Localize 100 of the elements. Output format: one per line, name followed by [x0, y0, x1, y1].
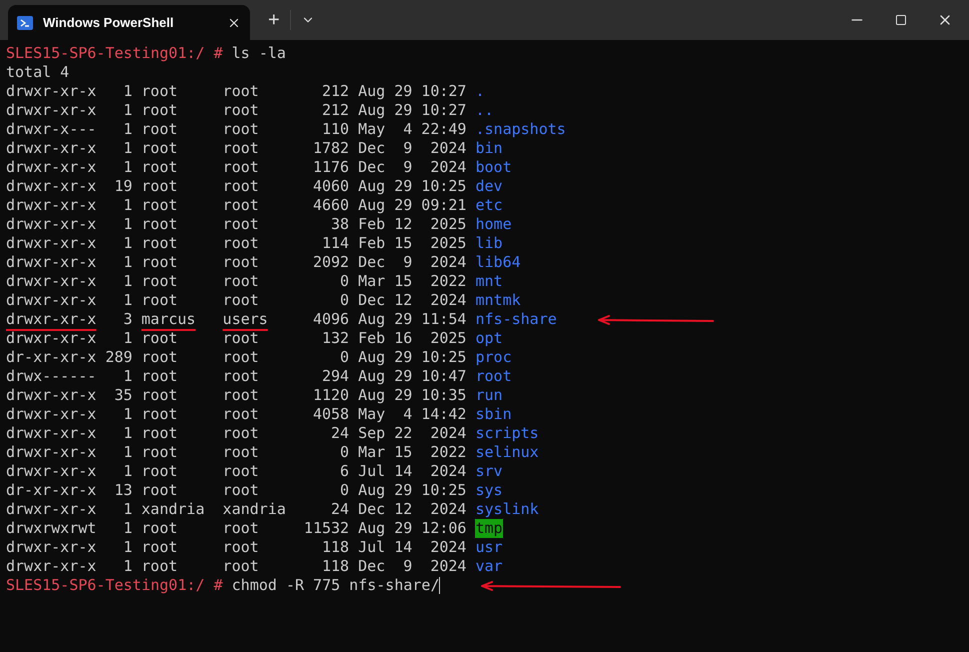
directory-name: proc: [475, 348, 512, 367]
date-text: Dec 12 2024: [358, 291, 466, 310]
size-text: 0: [339, 291, 350, 310]
size-text: 1782: [312, 139, 350, 158]
date-text: Aug 29 09:21: [358, 196, 466, 215]
date-text: Feb 12 2025: [358, 215, 466, 234]
size-text: 0: [339, 481, 350, 500]
group-text: root: [222, 348, 259, 367]
group-text: root: [222, 234, 259, 253]
permissions-text: drwxr-xr-x: [6, 158, 96, 177]
prompt-text: SLES15-SP6-Testing01:/ #: [6, 576, 223, 595]
command-text: chmod -R 775 nfs-share/: [232, 576, 440, 595]
tab-title: Windows PowerShell: [43, 14, 175, 32]
size-text: 2092: [312, 253, 350, 272]
group-text: root: [222, 139, 259, 158]
owner-text: root: [141, 101, 178, 120]
permissions-text: drwxr-xr-x: [6, 82, 96, 101]
group-text: root: [222, 158, 259, 177]
link-count: 1: [122, 82, 132, 101]
directory-name: lib: [475, 234, 503, 253]
date-text: Dec 9 2024: [358, 139, 466, 158]
directory-name: .: [475, 82, 485, 101]
owner-text: root: [141, 291, 178, 310]
link-count: 1: [122, 196, 132, 215]
link-count: 1: [122, 538, 132, 557]
date-text: Aug 29 10:25: [358, 348, 466, 367]
arrow-icon: [480, 580, 622, 590]
terminal-tab[interactable]: Windows PowerShell: [8, 5, 250, 40]
link-count: 1: [122, 329, 132, 348]
date-text: May 4 22:49: [358, 120, 466, 139]
group-text: root: [222, 367, 259, 386]
link-count: 1: [122, 424, 132, 443]
size-text: 294: [320, 367, 350, 386]
permissions-text: drwxr-xr-x: [6, 101, 96, 120]
size-text: 4660: [312, 196, 350, 215]
date-text: Dec 9 2024: [358, 557, 466, 576]
directory-name: lib64: [475, 253, 521, 272]
group-text: users: [222, 310, 268, 329]
link-count: 3: [122, 310, 132, 329]
link-count: 1: [122, 158, 132, 177]
directory-name: .snapshots: [475, 120, 566, 139]
group-text: root: [222, 253, 259, 272]
group-text: xandria: [222, 500, 286, 519]
group-text: root: [222, 462, 259, 481]
date-text: Feb 16 2025: [358, 329, 466, 348]
date-text: Dec 9 2024: [358, 158, 466, 177]
date-text: Aug 29 12:06: [358, 519, 466, 538]
owner-text: root: [141, 367, 178, 386]
date-text: Jul 14 2024: [358, 462, 466, 481]
link-count: 1: [122, 443, 132, 462]
permissions-text: drwxr-xr-x: [6, 253, 96, 272]
link-count: 1: [122, 291, 132, 310]
permissions-text: drwxr-xr-x: [6, 557, 96, 576]
directory-name: dev: [475, 177, 503, 196]
owner-text: root: [141, 272, 178, 291]
permissions-text: drwxr-xr-x: [6, 386, 96, 405]
date-text: Feb 15 2025: [358, 234, 466, 253]
directory-name: scripts: [475, 424, 539, 443]
permissions-text: drwx------: [6, 367, 96, 386]
owner-text: root: [141, 215, 178, 234]
directory-name: home: [475, 215, 512, 234]
owner-text: root: [141, 519, 178, 538]
date-text: Dec 12 2024: [358, 500, 466, 519]
owner-text: root: [141, 462, 178, 481]
directory-name: etc: [475, 196, 503, 215]
group-text: root: [222, 177, 259, 196]
size-text: 4060: [312, 177, 350, 196]
size-text: 6: [339, 462, 350, 481]
directory-name: mntmk: [475, 291, 521, 310]
size-text: 212: [320, 82, 350, 101]
permissions-text: drwxr-xr-x: [6, 177, 96, 196]
directory-name: mnt: [475, 272, 503, 291]
link-count: 1: [122, 462, 132, 481]
owner-text: root: [141, 538, 178, 557]
group-text: root: [222, 386, 259, 405]
permissions-text: drwxr-xr-x: [6, 424, 96, 443]
total-text: total 4: [6, 63, 70, 82]
size-text: 38: [330, 215, 350, 234]
owner-text: root: [141, 348, 178, 367]
directory-name: srv: [475, 462, 503, 481]
maximize-icon[interactable]: [895, 14, 907, 26]
directory-name: var: [475, 557, 503, 576]
size-text: 0: [339, 272, 350, 291]
group-text: root: [222, 82, 259, 101]
arrow-icon: [596, 314, 715, 324]
new-tab-button[interactable]: +: [262, 10, 286, 30]
size-text: 4058: [312, 405, 350, 424]
date-text: Aug 29 10:25: [358, 481, 466, 500]
date-text: Aug 29 10:27: [358, 101, 466, 120]
link-count: 1: [122, 101, 132, 120]
group-text: root: [222, 329, 259, 348]
size-text: 110: [320, 120, 350, 139]
link-count: 1: [122, 215, 132, 234]
directory-name: nfs-share: [475, 310, 557, 329]
link-count: 1: [122, 120, 132, 139]
permissions-text: drwxr-xr-x: [6, 272, 96, 291]
group-text: root: [222, 120, 259, 139]
directory-name: opt: [475, 329, 503, 348]
directory-name: bin: [475, 139, 503, 158]
link-count: 1: [122, 367, 132, 386]
